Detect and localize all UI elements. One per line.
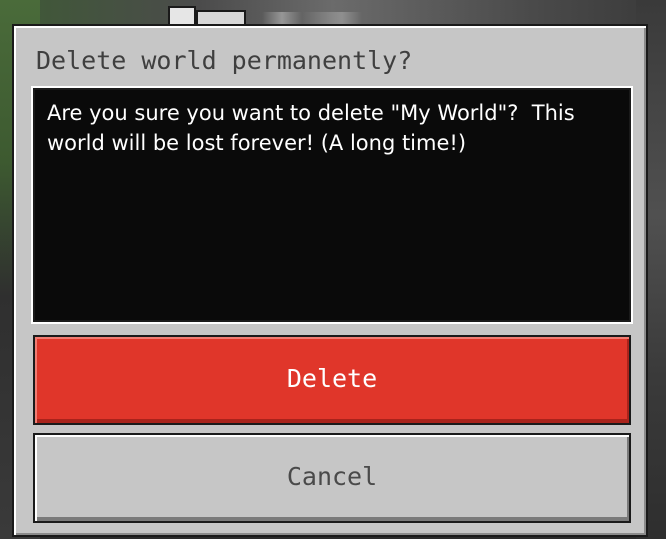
delete-button[interactable]: Delete: [33, 335, 631, 425]
message-box: Are you sure you want to delete "My Worl…: [33, 88, 631, 322]
dialog-title: Delete world permanently?: [36, 46, 413, 75]
game-screen: Delete world permanently? Are you sure y…: [0, 0, 666, 539]
cancel-button[interactable]: Cancel: [33, 433, 631, 523]
confirmation-message: Are you sure you want to delete "My Worl…: [47, 101, 582, 155]
delete-world-dialog: Delete world permanently? Are you sure y…: [12, 24, 648, 537]
